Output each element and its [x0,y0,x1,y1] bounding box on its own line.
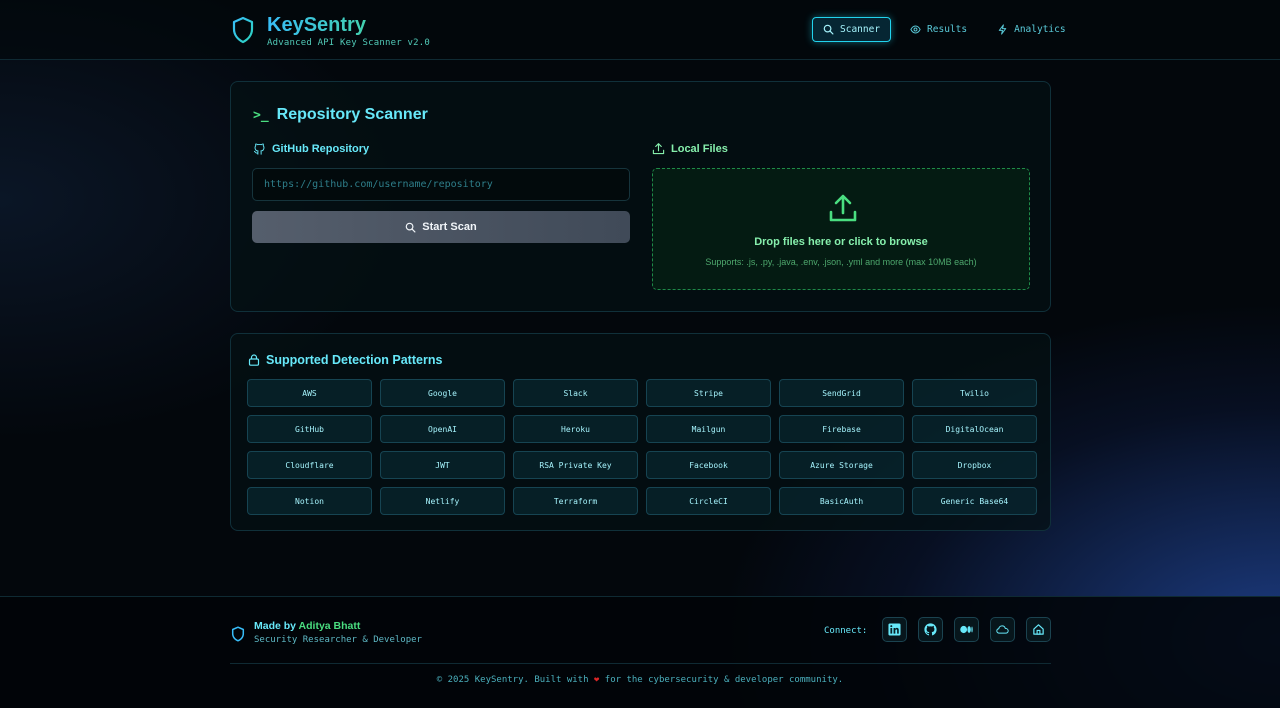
repository-scanner-panel: >_ Repository Scanner GitHub Repository … [230,81,1051,312]
pattern-chip: DigitalOcean [912,415,1037,443]
upload-icon [652,143,665,155]
github-repository-label: GitHub Repository [253,142,369,155]
dropzone-subtitle: Supports: .js, .py, .java, .env, .json, … [705,257,977,267]
social-links [882,617,1051,642]
pattern-chip: Cloudflare [247,451,372,479]
pattern-chip: Notion [247,487,372,515]
pattern-chip: BasicAuth [779,487,904,515]
linkedin-link[interactable] [882,617,907,642]
detection-patterns-panel: Supported Detection Patterns AWS Google … [230,333,1051,531]
heart-icon: ❤ [593,675,600,685]
home-icon [1033,624,1044,635]
medium-icon [960,625,973,634]
shield-icon [231,626,245,642]
nav-results-button[interactable]: Results [899,17,978,42]
footer-divider [230,663,1051,664]
app-subtitle: Advanced API Key Scanner v2.0 [267,38,430,48]
pattern-chip: Google [380,379,505,407]
copyright-after: for the cybersecurity & developer commun… [604,675,844,685]
copyright-before: © 2025 KeySentry. Built with [436,675,589,685]
repository-url-input[interactable] [252,168,630,201]
pattern-chip: Netlify [380,487,505,515]
upload-icon [829,194,857,222]
eye-icon [910,25,921,34]
pattern-chip: JWT [380,451,505,479]
pattern-chip: CircleCI [646,487,771,515]
connect-label: Connect: [824,626,868,636]
local-files-label: Local Files [652,142,728,155]
file-dropzone[interactable]: Drop files here or click to browse Suppo… [652,168,1030,290]
pattern-chip: Stripe [646,379,771,407]
github-icon [924,623,937,636]
pattern-chip: Dropbox [912,451,1037,479]
patterns-title: Supported Detection Patterns [248,353,442,367]
search-icon [405,222,416,232]
cloud-link[interactable] [990,617,1015,642]
nav-scanner-label: Scanner [840,24,881,35]
home-link[interactable] [1026,617,1051,642]
pattern-chip: Generic Base64 [912,487,1037,515]
lock-icon [248,354,260,366]
pattern-chip: Facebook [646,451,771,479]
medium-link[interactable] [954,617,979,642]
author-role: Security Researcher & Developer [254,635,422,645]
start-scan-button[interactable]: Start Scan [252,211,630,243]
github-icon [253,143,265,155]
github-label-text: GitHub Repository [272,142,370,155]
pattern-chip: OpenAI [380,415,505,443]
copyright-text: © 2025 KeySentry. Built with ❤ for the c… [0,675,1280,685]
github-link[interactable] [918,617,943,642]
pattern-chip: Azure Storage [779,451,904,479]
app-footer: Made by Aditya Bhatt Security Researcher… [0,596,1280,708]
linkedin-icon [888,623,901,636]
nav-analytics-button[interactable]: Analytics [986,17,1076,42]
author-name: Aditya Bhatt [298,620,361,632]
shield-icon [232,16,254,44]
main-nav: Scanner Results Analytics [812,17,1077,42]
pattern-chip: Mailgun [646,415,771,443]
pattern-chip: GitHub [247,415,372,443]
scanner-title-text: Repository Scanner [276,106,428,123]
nav-scanner-button[interactable]: Scanner [812,17,892,42]
pattern-chip: Firebase [779,415,904,443]
app-title: KeySentry [267,14,430,36]
app-header: KeySentry Advanced API Key Scanner v2.0 … [0,0,1280,60]
pattern-chip: Twilio [912,379,1037,407]
cloud-icon [996,625,1009,634]
pattern-chip: Heroku [513,415,638,443]
pattern-chip: Slack [513,379,638,407]
patterns-title-text: Supported Detection Patterns [266,353,443,367]
brand[interactable]: KeySentry Advanced API Key Scanner v2.0 [231,14,430,48]
terminal-icon: >_ [253,107,269,123]
pattern-chip: AWS [247,379,372,407]
start-scan-label: Start Scan [422,221,477,233]
lightning-icon [998,24,1007,35]
dropzone-title: Drop files here or click to browse [754,236,928,248]
footer-author: Made by Aditya Bhatt Security Researcher… [231,620,422,645]
patterns-grid: AWS Google Slack Stripe SendGrid Twilio … [247,379,1037,515]
nav-analytics-label: Analytics [1014,24,1066,35]
local-files-label-text: Local Files [671,142,728,155]
made-by-text: Made by Aditya Bhatt [254,620,422,632]
pattern-chip: RSA Private Key [513,451,638,479]
nav-results-label: Results [927,24,968,35]
scanner-title: >_ Repository Scanner [253,106,428,124]
search-icon [823,24,834,35]
made-by-prefix: Made by [254,620,299,632]
pattern-chip: SendGrid [779,379,904,407]
pattern-chip: Terraform [513,487,638,515]
